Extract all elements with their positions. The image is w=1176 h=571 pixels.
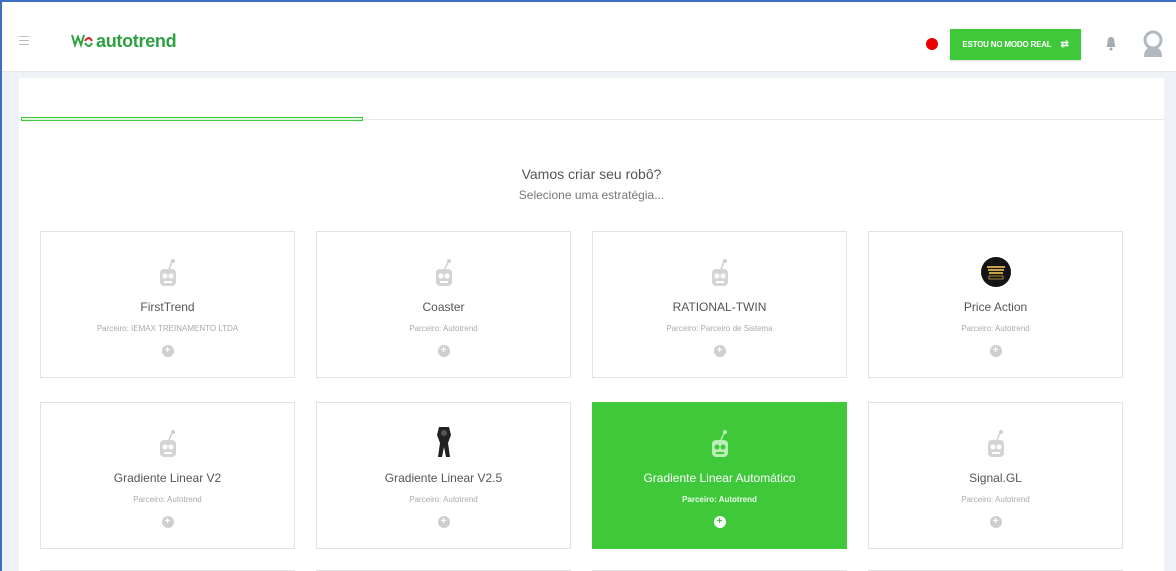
add-icon[interactable]: + — [713, 345, 726, 357]
strategy-partner: Parceiro: Autotrend — [133, 495, 202, 504]
add-icon[interactable]: + — [161, 345, 174, 357]
strategy-card-gradiente-linear-v25[interactable]: Gradiente Linear V2.5 Parceiro: Autotren… — [316, 402, 571, 549]
strategy-partner: Parceiro: Autotrend — [961, 324, 1030, 333]
strategy-card-gradiente-linear-automatico[interactable]: Gradiente Linear Automático Parceiro: Au… — [592, 402, 847, 549]
strategy-partner: Parceiro: Autotrend — [409, 495, 478, 504]
strategy-name: Gradiente Linear V2 — [113, 471, 222, 485]
strategy-partner: Parceiro: Parceiro de Sistema — [666, 324, 773, 333]
strategy-card-price-action[interactable]: Price Action Parceiro: Autotrend + — [868, 231, 1123, 378]
strategy-partner: Parceiro: Autotrend — [961, 495, 1030, 504]
real-mode-toggle-button[interactable]: ESTOU NO MODO REAL ⇄ — [950, 29, 1081, 60]
logo[interactable]: autotrend — [70, 30, 177, 52]
logo-text: autotrend — [96, 30, 177, 51]
strategy-name: Price Action — [963, 300, 1028, 314]
mode-button-label: ESTOU NO MODO REAL — [962, 40, 1052, 49]
bell-icon[interactable] — [1105, 35, 1117, 51]
wizard-progress-bar — [21, 117, 363, 121]
figure-icon — [436, 427, 451, 457]
strategy-card-gradiente-linear-v2[interactable]: Gradiente Linear V2 Parceiro: Autotrend … — [40, 402, 295, 549]
robot-icon — [711, 259, 728, 286]
robot-icon — [987, 430, 1004, 457]
add-icon[interactable]: + — [161, 516, 174, 528]
strategy-name: Gradiente Linear Automático — [643, 471, 796, 485]
add-icon[interactable]: + — [989, 345, 1002, 357]
app-window: autotrend ESTOU NO MODO REAL ⇄ Vamos cri… — [0, 0, 1176, 571]
user-avatar-icon[interactable] — [1142, 29, 1164, 57]
live-status-indicator — [926, 38, 938, 50]
strategy-name: Coaster — [422, 300, 465, 314]
page-heading: Vamos criar seu robô? — [521, 166, 662, 182]
strategy-name: RATIONAL-TWIN — [672, 300, 767, 314]
add-icon[interactable]: + — [437, 516, 450, 528]
strategy-partner: Parceiro: Autotrend — [682, 495, 757, 504]
strategy-partner: Parceiro: Autotrend — [409, 324, 478, 333]
top-bar: autotrend ESTOU NO MODO REAL ⇄ — [2, 2, 1176, 72]
strategy-card-coaster[interactable]: Coaster Parceiro: Autotrend + — [316, 231, 571, 378]
strategy-name: Gradiente Linear V2.5 — [384, 471, 503, 485]
strategy-card-rational-twin[interactable]: RATIONAL-TWIN Parceiro: Parceiro de Sist… — [592, 231, 847, 378]
strategy-card-firsttrend[interactable]: FirstTrend Parceiro: IEMAX TREINAMENTO L… — [40, 231, 295, 378]
menu-icon[interactable] — [19, 36, 29, 45]
robot-icon — [159, 259, 176, 286]
add-icon[interactable]: + — [989, 516, 1002, 528]
price-action-logo — [980, 257, 1011, 287]
autotrend-logo-icon — [71, 34, 93, 49]
wizard-steps — [19, 78, 1164, 120]
strategy-partner: Parceiro: IEMAX TREINAMENTO LTDA — [96, 324, 239, 333]
strategy-card-signal-gl[interactable]: Signal.GL Parceiro: Autotrend + — [868, 402, 1123, 549]
add-icon[interactable]: + — [713, 516, 726, 528]
add-icon[interactable]: + — [437, 345, 450, 357]
strategy-name: Signal.GL — [969, 471, 1022, 485]
robot-icon — [435, 259, 452, 286]
swap-icon: ⇄ — [1060, 39, 1069, 50]
page-subheading: Selecione uma estratégia... — [518, 188, 665, 202]
robot-icon — [711, 430, 728, 457]
robot-icon — [159, 430, 176, 457]
strategy-panel: Vamos criar seu robô? Selecione uma estr… — [19, 78, 1164, 571]
strategy-name: FirstTrend — [140, 300, 195, 314]
